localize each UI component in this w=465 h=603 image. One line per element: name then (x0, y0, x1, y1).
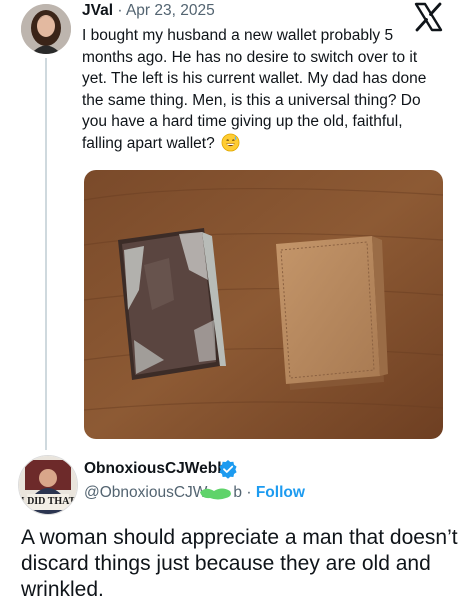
post-text: I bought my husband a new wallet probabl… (82, 25, 427, 154)
post-media-photo[interactable] (84, 170, 443, 439)
post-date[interactable]: Apr 23, 2025 (126, 2, 215, 19)
grinning-sweat-emoji-icon (221, 133, 240, 152)
reply-text: A woman should appreciate a man that doe… (21, 526, 458, 601)
reply-handle[interactable]: @ObnoxiousCJW (84, 484, 207, 501)
reply-author-name[interactable]: ObnoxiousCJWebb (84, 460, 227, 478)
thread-connector-line (45, 58, 47, 450)
header-separator: · (117, 2, 123, 19)
handle-separator: · (246, 484, 252, 501)
post-header: JVal · Apr 23, 2025 (82, 2, 215, 20)
svg-text:I DID THAT: I DID THAT (21, 496, 76, 507)
new-wallet-image (276, 236, 388, 390)
follow-button[interactable]: Follow (256, 484, 305, 501)
reply-handle-row: @ObnoxiousCJW b · Follow (84, 484, 305, 502)
verified-badge-icon (218, 459, 238, 479)
redaction-scribble (196, 483, 236, 503)
post-body: I bought my husband a new wallet probabl… (82, 27, 427, 152)
old-wallet-image (118, 228, 226, 380)
author-avatar[interactable] (21, 4, 71, 54)
reply-avatar[interactable]: I DID THAT (18, 455, 78, 515)
author-name[interactable]: JVal (82, 2, 113, 19)
